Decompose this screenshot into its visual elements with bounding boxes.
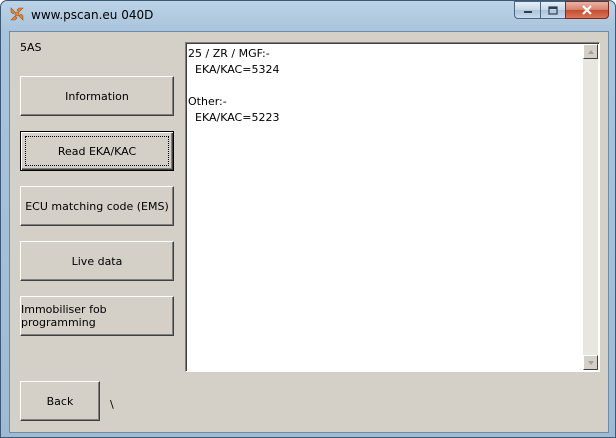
pscan-logo-icon [9,6,25,22]
maximize-button[interactable] [540,1,565,19]
maximize-icon [548,5,558,15]
minimize-icon [523,11,532,13]
arrow-up-icon [587,49,594,54]
window-title: www.pscan.eu 040D [31,8,154,22]
minimize-button[interactable] [514,1,540,19]
app-window: www.pscan.eu 040D 5AS Information Read E… [0,0,616,438]
ecu-matching-code-button[interactable]: ECU matching code (EMS) [20,186,174,226]
back-button[interactable]: Back [20,381,100,421]
output-text: 25 / ZR / MGF:- EKA/KAC=5324 Other:- EKA… [188,47,280,124]
immobiliser-fob-programming-button[interactable]: Immobiliser fob programming [20,296,174,336]
title-bar[interactable]: www.pscan.eu 040D [1,1,615,31]
vertical-scrollbar[interactable] [583,44,598,370]
caption-buttons [514,1,609,21]
live-data-button[interactable]: Live data [20,241,174,281]
client-area: 5AS Information Read EKA/KAC ECU matchin… [9,31,609,433]
close-button[interactable] [565,1,609,19]
read-eka-kac-button[interactable]: Read EKA/KAC [20,131,174,171]
scroll-up-button[interactable] [583,44,598,59]
information-button[interactable]: Information [20,76,174,116]
arrow-down-icon [587,360,594,365]
model-label: 5AS [20,41,42,54]
focus-ring [25,136,169,166]
output-textbox[interactable]: 25 / ZR / MGF:- EKA/KAC=5324 Other:- EKA… [185,42,600,372]
path-text: \ [110,398,114,411]
close-icon [582,5,592,15]
scroll-down-button[interactable] [583,355,598,370]
